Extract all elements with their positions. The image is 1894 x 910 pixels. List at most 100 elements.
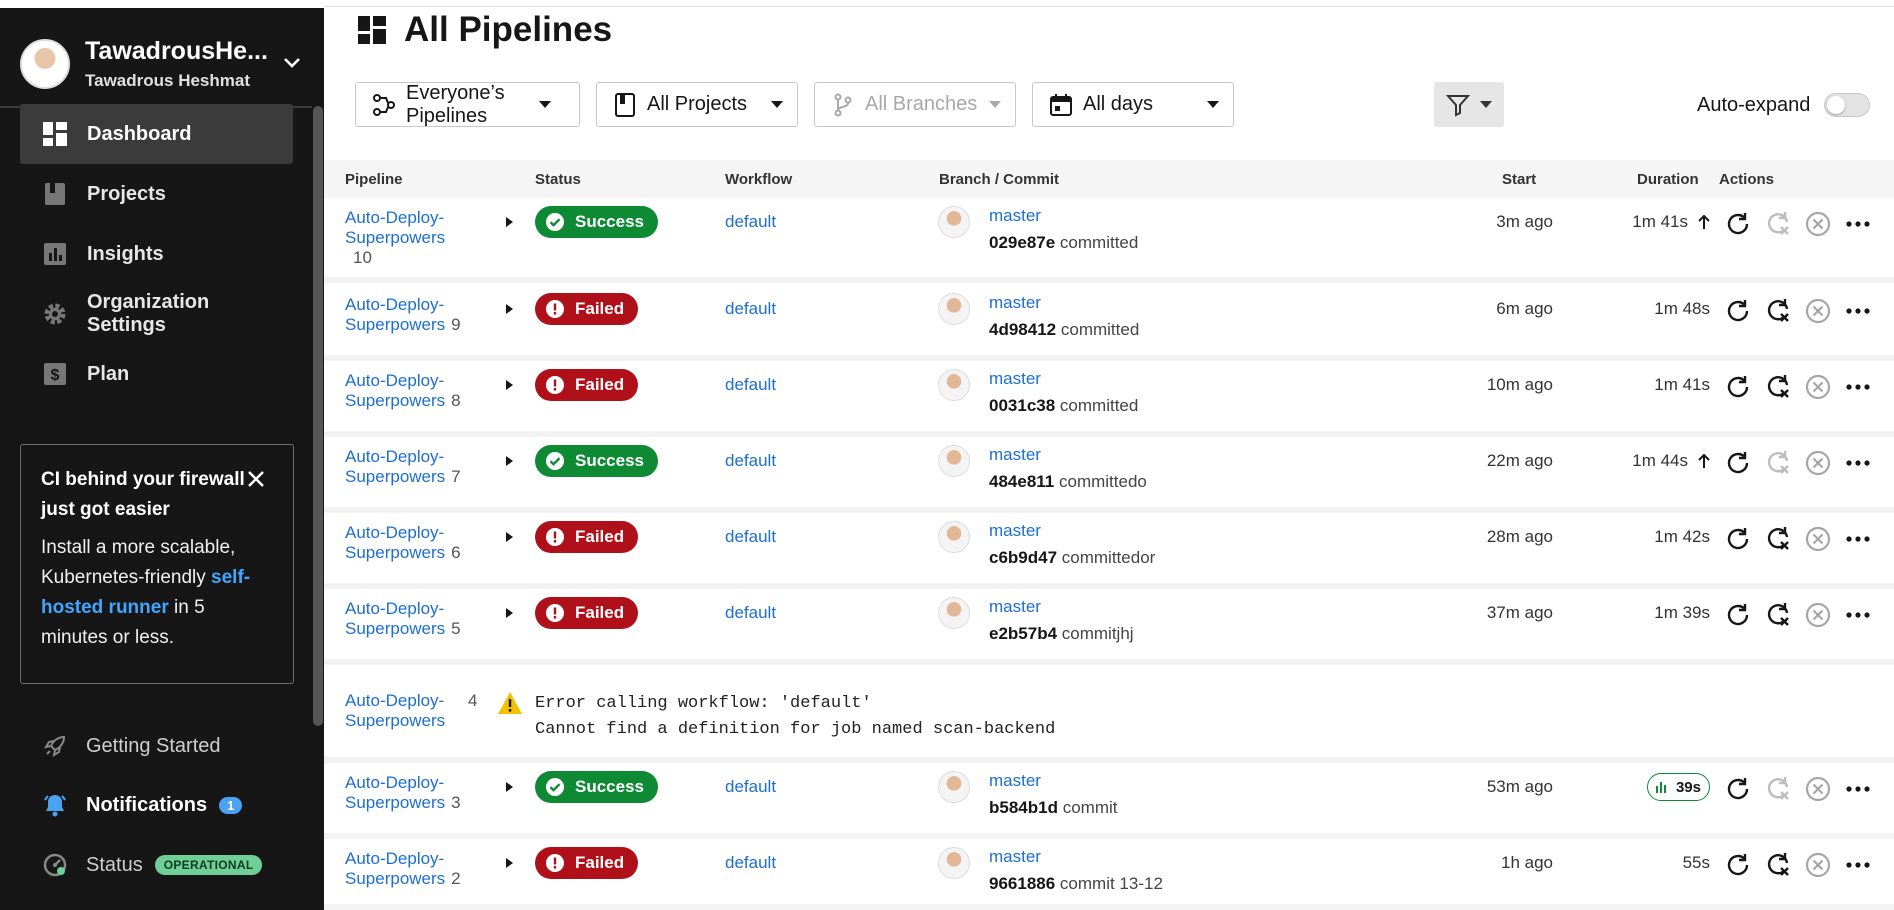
commit-sha[interactable]: 0031c38 [989,396,1055,415]
pipeline-link[interactable]: Auto-Deploy- Superpowers 10 [345,208,445,268]
branch-link[interactable]: master [989,847,1041,867]
expand-row-icon[interactable] [506,304,513,314]
sidebar-scrollbar[interactable] [313,106,323,726]
column-header-workflow: Workflow [725,171,793,188]
pipeline-name: Superpowers [345,315,446,334]
workflow-link[interactable]: default [725,212,776,232]
branches-filter-dropdown[interactable]: All Branches [814,82,1016,127]
more-actions-button[interactable] [1843,774,1873,804]
pipeline-link[interactable]: Auto-Deploy- Superpowers 3 [345,773,461,813]
workflow-link[interactable]: default [725,299,776,319]
pipeline-link[interactable]: Auto-Deploy- Superpowers 7 [345,447,461,487]
pipeline-link[interactable]: Auto-Deploy- Superpowers 6 [345,523,461,563]
more-actions-button[interactable] [1843,524,1873,554]
notifications-count-badge: 1 [219,796,243,814]
sidebar-item-organization-settings[interactable]: Organization Settings [20,284,293,344]
table-row: Auto-Deploy- Superpowers 6 Failed default mas… [324,513,1894,589]
rerun-workflow-button[interactable] [1723,372,1753,402]
more-actions-button[interactable] [1843,448,1873,478]
pipelines-filter-dropdown[interactable]: Everyone’s Pipelines [355,82,580,127]
branch-link[interactable]: master [989,597,1041,617]
commit-sha[interactable]: e2b57b4 [989,624,1057,643]
error-message: Error calling workflow: 'default' Cannot… [535,691,1055,743]
branch-link[interactable]: master [989,771,1041,791]
pipeline-link[interactable]: Auto-Deploy- Superpowers 5 [345,599,461,639]
branch-link[interactable]: master [989,206,1041,226]
projects-filter-dropdown[interactable]: All Projects [596,82,798,127]
workflow-link[interactable]: default [725,527,776,547]
pipeline-link[interactable]: Auto-Deploy- Superpowers [345,691,445,731]
rerun-workflow-button[interactable] [1723,850,1753,880]
commit-message: committed [1059,233,1139,252]
sidebar-item-label: Insights [87,242,164,265]
more-actions-button[interactable] [1843,372,1873,402]
more-actions-button[interactable] [1843,850,1873,880]
close-icon[interactable] [246,469,266,489]
status-link[interactable]: Status OPERATIONAL [42,845,263,885]
branch-link[interactable]: master [989,369,1041,389]
commit-sha[interactable]: 4d98412 [989,320,1056,339]
auto-expand-toggle[interactable] [1824,93,1870,117]
status-label: Failed [575,299,625,318]
status-label: Failed [575,853,625,872]
more-actions-button[interactable] [1843,296,1873,326]
expand-row-icon[interactable] [506,532,513,542]
user-menu[interactable]: TawadrousHe... Tawadrous Heshmat [20,33,310,93]
commit-sha[interactable]: b584b1d [989,798,1058,817]
workflow-link[interactable]: default [725,451,776,471]
funnel-icon [1446,94,1470,117]
chevron-down-icon[interactable] [280,51,304,75]
branch-link[interactable]: master [989,445,1041,465]
status-badge: Success [535,206,658,238]
sidebar-item-projects[interactable]: Projects [20,164,293,224]
expand-row-icon[interactable] [506,858,513,868]
commit-message: committed [1060,320,1140,339]
sidebar-item-insights[interactable]: Insights [20,224,293,284]
expand-row-icon[interactable] [506,608,513,618]
commit-sha[interactable]: 029e87e [989,233,1055,252]
days-filter-dropdown[interactable]: All days [1032,82,1234,127]
rerun-failed-button[interactable] [1763,296,1793,326]
rerun-workflow-button[interactable] [1723,600,1753,630]
branch-link[interactable]: master [989,293,1041,313]
commit-sha[interactable]: 9661886 [989,874,1055,893]
status-badge: Failed [535,293,639,325]
expand-row-icon[interactable] [506,782,513,792]
status-badge: Success [535,445,658,477]
workflow-link[interactable]: default [725,777,776,797]
rerun-workflow-button[interactable] [1723,774,1753,804]
workflow-link[interactable]: default [725,853,776,873]
commit-sha[interactable]: c6b9d47 [989,548,1057,567]
rerun-failed-button[interactable] [1763,850,1793,880]
rerun-workflow-button[interactable] [1723,209,1753,239]
rerun-workflow-button[interactable] [1723,296,1753,326]
expand-row-icon[interactable] [506,217,513,227]
workflow-link[interactable]: default [725,603,776,623]
filter-options-button[interactable] [1434,82,1504,127]
rerun-failed-button[interactable] [1763,600,1793,630]
getting-started-link[interactable]: Getting Started [42,726,221,766]
start-time: 10m ago [1486,375,1553,394]
more-actions-button[interactable] [1843,209,1873,239]
sidebar-item-dashboard[interactable]: Dashboard [20,104,293,164]
rerun-icon [1724,775,1752,803]
notifications-link[interactable]: Notifications 1 [42,785,243,825]
sidebar-item-plan[interactable]: $ Plan [20,344,293,404]
rerun-workflow-button[interactable] [1723,448,1753,478]
commit-sha[interactable]: 484e811 [989,472,1054,491]
more-actions-button[interactable] [1843,600,1873,630]
rerun-workflow-button[interactable] [1723,524,1753,554]
pipeline-link[interactable]: Auto-Deploy- Superpowers 8 [345,371,461,411]
rerun-failed-button[interactable] [1763,524,1793,554]
workflow-link[interactable]: default [725,375,776,395]
duration-badge[interactable]: 39s [1646,773,1710,801]
projects-icon [612,92,638,118]
more-icon [1844,851,1872,879]
rerun-failed-button[interactable] [1763,372,1793,402]
pipeline-link[interactable]: Auto-Deploy- Superpowers 2 [345,849,461,889]
more-icon [1844,601,1872,629]
branch-link[interactable]: master [989,521,1041,541]
pipeline-link[interactable]: Auto-Deploy- Superpowers 9 [345,295,461,335]
expand-row-icon[interactable] [506,456,513,466]
expand-row-icon[interactable] [506,380,513,390]
